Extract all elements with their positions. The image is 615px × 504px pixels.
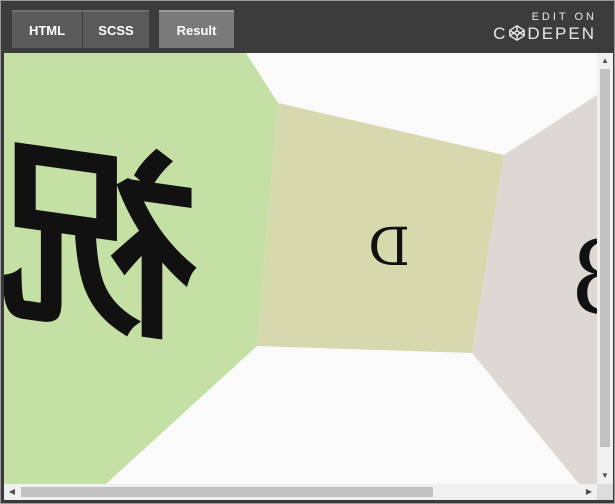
codepen-embed: HTML SCSS Result EDIT ON C DEPEN 祝 D ▲ ▼…	[0, 0, 615, 504]
horizontal-scrollbar[interactable]: ◀ ▶	[4, 484, 597, 500]
wordmark-start: C	[493, 24, 508, 43]
face-right-glyph: 8	[570, 220, 597, 337]
edit-on-label: EDIT ON	[531, 11, 597, 23]
cube-scene: 祝 D 8	[4, 53, 597, 484]
triangle-up-icon[interactable]: ▲	[597, 53, 613, 69]
codepen-wordmark: C DEPEN	[484, 24, 596, 44]
triangle-down-icon[interactable]: ▼	[597, 468, 613, 484]
face-center-glyph: D	[368, 218, 410, 278]
vertical-scrollbar[interactable]: ▲ ▼	[597, 53, 613, 484]
scrollbar-corner	[597, 484, 613, 500]
embed-toolbar: HTML SCSS Result EDIT ON C DEPEN	[1, 1, 614, 53]
codepen-logo-icon	[509, 25, 526, 41]
result-preview: 祝 D 8	[4, 53, 597, 484]
tab-scss[interactable]: SCSS	[83, 10, 149, 48]
triangle-left-icon[interactable]: ◀	[4, 484, 20, 500]
face-left-glyph: 祝	[4, 113, 199, 374]
tab-result[interactable]: Result	[159, 10, 234, 48]
face-center-text: D	[368, 218, 410, 278]
face-left-text: 祝	[4, 113, 199, 374]
horizontal-scroll-thumb[interactable]	[21, 487, 433, 497]
vertical-scroll-thumb[interactable]	[600, 69, 610, 447]
triangle-right-icon[interactable]: ▶	[581, 484, 597, 500]
edit-on-codepen-link[interactable]: EDIT ON C DEPEN	[484, 10, 594, 44]
wordmark-end: DEPEN	[527, 24, 596, 43]
face-right-text: 8	[570, 220, 597, 337]
tab-html[interactable]: HTML	[12, 10, 83, 48]
